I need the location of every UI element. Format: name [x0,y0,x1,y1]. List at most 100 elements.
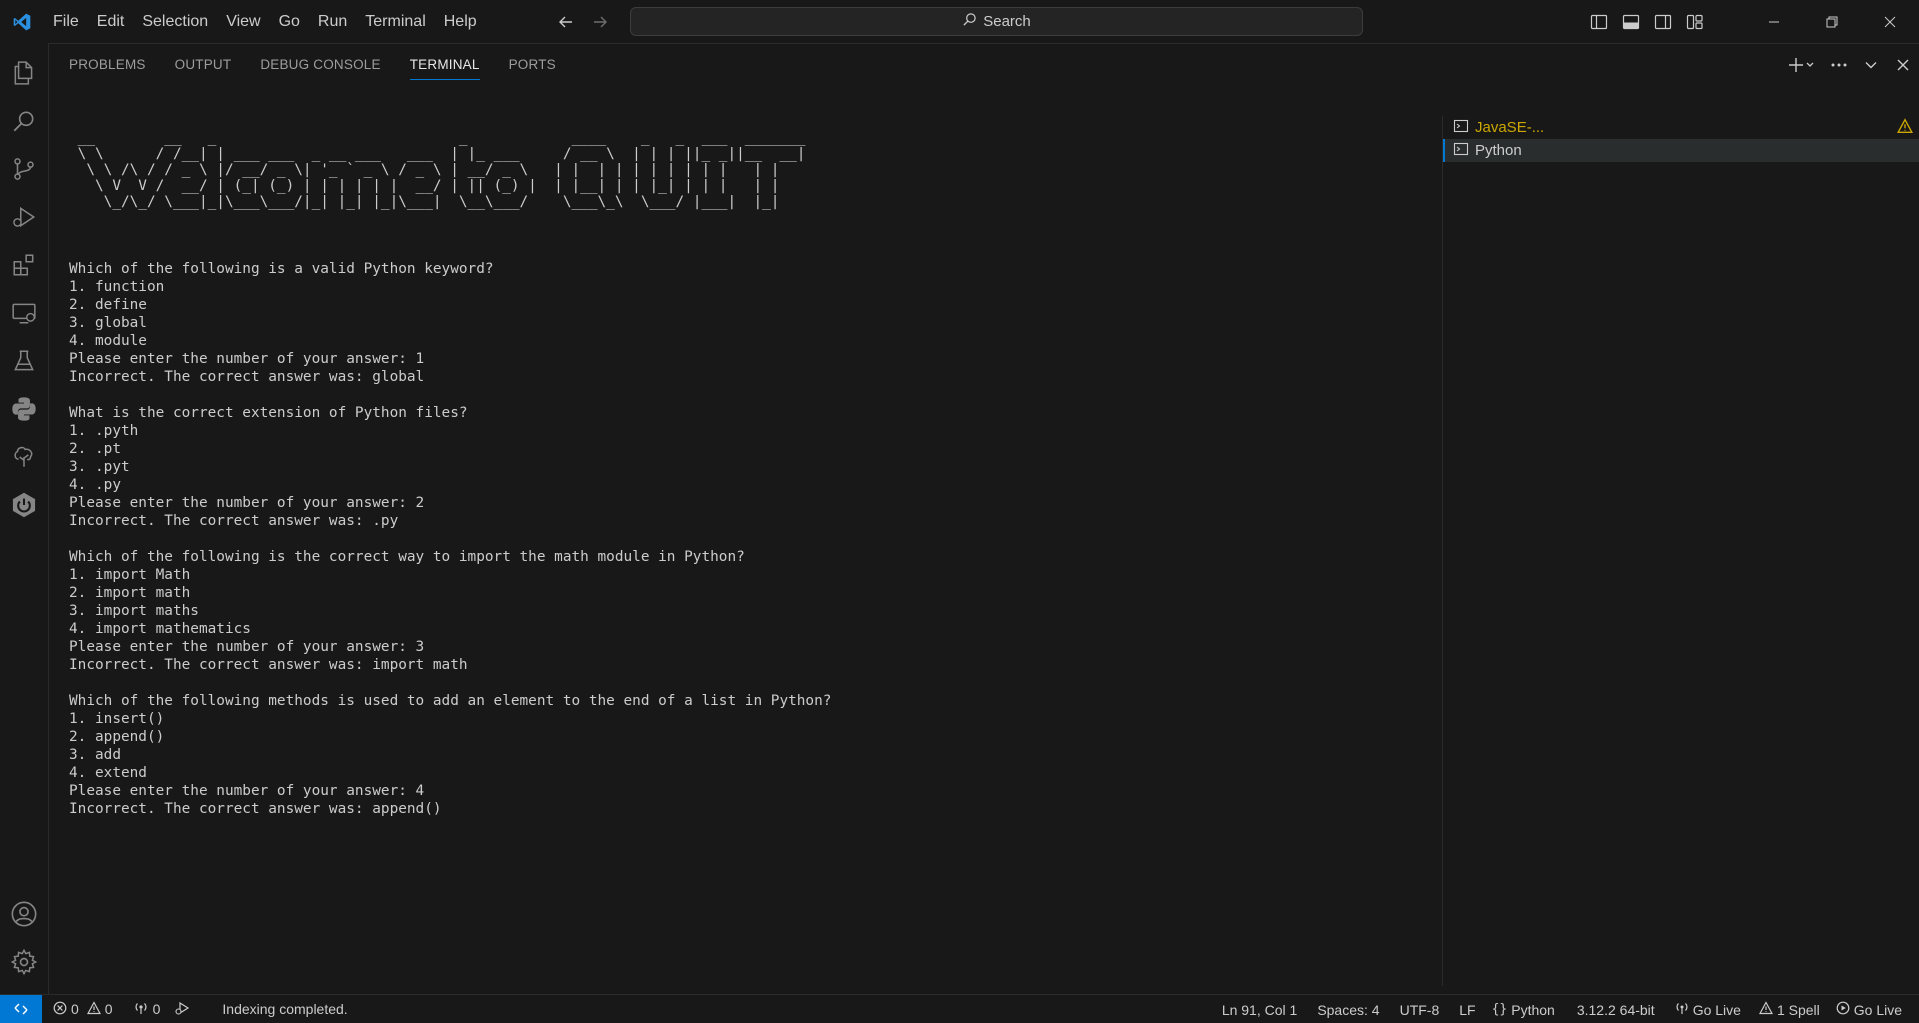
terminal-line: Incorrect. The correct answer was: globa… [69,369,425,385]
customize-layout-icon[interactable] [1683,10,1707,34]
terminal-line: 4. extend [69,765,147,781]
end-of-line[interactable]: LF [1452,995,1482,1023]
terminal-line: Which of the following is a valid Python… [69,261,494,277]
terminal-line: 2. define [69,297,147,313]
ports-indicator[interactable]: 0 [126,995,168,1023]
spell-label: 1 Spell [1776,1001,1820,1018]
warning-icon [86,1000,101,1018]
terminal-line: 3. global [69,315,147,331]
power-icon[interactable] [0,481,48,529]
more-actions-icon[interactable] [1829,55,1849,75]
terminal-line: 3. import maths [69,603,199,619]
debug-icon [174,1000,190,1019]
braces-icon: {} [1491,1002,1508,1017]
terminal-line: Which of the following is the correct wa… [69,549,745,565]
terminal-line: 3. .pyt [69,459,130,475]
maximize-panel-chevron-icon[interactable] [1861,55,1881,75]
settings-gear-icon[interactable] [0,938,48,986]
vscode-logo-icon [0,0,44,43]
tab-problems[interactable]: PROBLEMS [69,44,146,86]
source-control-icon[interactable] [0,145,48,193]
new-terminal-plus-icon[interactable] [1787,55,1817,75]
problems-indicator[interactable]: 0 0 [46,995,120,1023]
title-bar: File Edit Selection View Go Run Terminal Help S… [0,0,1919,43]
python-interpreter[interactable]: 3.12.2 64-bit [1570,995,1662,1023]
menu-item-go[interactable]: Go [270,0,309,43]
status-bar: 0 0 0 Indexing completed. Ln 91, Col 1 S… [0,994,1919,1023]
tab-debug-console[interactable]: DEBUG CONSOLE [260,44,380,86]
terminal-line: 1. function [69,279,165,295]
menu-item-run[interactable]: Run [309,0,356,43]
terminal-instance-javase[interactable]: JavaSE-... [1443,116,1919,139]
search-icon[interactable] [0,97,48,145]
menu-item-view[interactable]: View [217,0,269,43]
go-live-button-2[interactable]: Go Live [1829,995,1909,1023]
terminal-instance-python[interactable]: Python [1443,139,1919,162]
files-icon[interactable] [0,49,48,97]
menu-item-edit[interactable]: Edit [88,0,134,43]
debug-status[interactable] [167,995,197,1023]
account-icon[interactable] [0,890,48,938]
go-live-label-2: Go Live [1853,1001,1902,1018]
terminal-instance-name: Python [1475,142,1522,159]
close-icon[interactable] [1861,0,1919,43]
extensions-icon[interactable] [0,241,48,289]
toggle-secondary-sidebar-icon[interactable] [1651,10,1675,34]
terminal-line: Please enter the number of your answer: … [69,783,425,799]
tab-output[interactable]: OUTPUT [175,44,232,86]
go-live-label: Go Live [1692,1001,1741,1018]
error-count: 0 [71,1001,79,1017]
forward-arrow-icon[interactable] [590,12,610,32]
toggle-primary-sidebar-icon[interactable] [1587,10,1611,34]
banner-line: \ V V / __/ | (_| (_) | | | | | | __/ | … [69,178,780,194]
terminal-line: 4. import mathematics [69,621,251,637]
panel: PROBLEMS OUTPUT DEBUG CONSOLE TERMINAL PORTS… [49,43,1919,994]
indentation[interactable]: Spaces: 4 [1310,995,1386,1023]
broadcast-icon [133,1001,149,1018]
tab-ports[interactable]: PORTS [509,44,556,86]
close-panel-icon[interactable] [1893,55,1913,75]
terminal-line: 1. import Math [69,567,191,583]
spell-check-indicator[interactable]: 1 Spell [1752,995,1827,1023]
banner-line: \ \ / /__| | ___ ___ _ __ ___ ___ | |_ _… [69,146,806,162]
menu-item-terminal[interactable]: Terminal [356,0,434,43]
menu-item-file[interactable]: File [44,0,88,43]
language-mode[interactable]: {} Python [1485,995,1562,1023]
terminal-line: Incorrect. The correct answer was: appen… [69,801,442,817]
tab-terminal[interactable]: TERMINAL [409,44,480,86]
restore-icon[interactable] [1803,0,1861,43]
command-center-search[interactable]: Search [630,7,1363,36]
window-controls-area [1587,0,1919,43]
terminal-output[interactable]: __ __ _ _ ____ _ _ ___ _______ \ \ / /__… [69,94,1419,984]
activity-bar [0,43,49,994]
run-debug-icon[interactable] [0,193,48,241]
terminal-line: 2. .pt [69,441,121,457]
error-icon [53,1001,67,1018]
testing-icon[interactable] [0,337,48,385]
python-icon[interactable] [0,385,48,433]
encoding[interactable]: UTF-8 [1393,995,1447,1023]
remote-indicator-icon[interactable] [0,994,42,1023]
terminal-line: 4. module [69,333,147,349]
banner-line: \_/\_/ \___|_|\___\___/|_| |_| |_|\___| … [69,194,780,210]
menu-item-selection[interactable]: Selection [133,0,217,43]
warning-icon [1758,1001,1773,1018]
remote-explorer-icon[interactable] [0,289,48,337]
terminal-line: Incorrect. The correct answer was: .py [69,513,399,529]
terminal-line: 2. import math [69,585,191,601]
cursor-position[interactable]: Ln 91, Col 1 [1215,995,1305,1023]
go-live-button[interactable]: Go Live [1668,995,1748,1023]
panel-actions [1787,44,1913,86]
menu-item-help[interactable]: Help [435,0,486,43]
search-icon [962,12,977,31]
warning-icon [1896,118,1914,138]
tree-icon[interactable] [0,433,48,481]
play-circle-icon [1836,1001,1850,1018]
toggle-panel-icon[interactable] [1619,10,1643,34]
back-arrow-icon[interactable] [556,12,576,32]
minimize-icon[interactable] [1745,0,1803,43]
banner-line: __ __ _ _ ____ _ _ ___ _______ [69,130,806,146]
terminal-instance-name: JavaSE-... [1475,119,1545,136]
